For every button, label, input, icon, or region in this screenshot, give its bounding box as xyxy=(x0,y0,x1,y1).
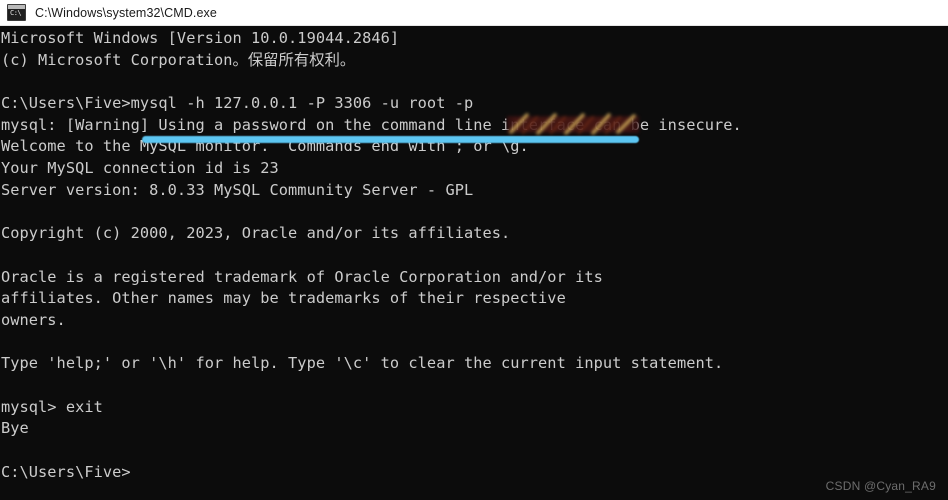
csdn-watermark: CSDN @Cyan_RA9 xyxy=(825,479,936,493)
terminal-line-prompt: C:\Users\Five> xyxy=(1,462,131,481)
window-title: C:\Windows\system32\CMD.exe xyxy=(35,5,217,20)
cmd-window: C:\ C:\Windows\system32\CMD.exe Microsof… xyxy=(0,0,948,500)
terminal-line: Copyright (c) 2000, 2023, Oracle and/or … xyxy=(1,224,511,243)
terminal-line-mysql-command: C:\Users\Five>mysql -h 127.0.0.1 -P 3306… xyxy=(1,94,474,113)
terminal-line: Oracle is a registered trademark of Orac… xyxy=(1,267,603,286)
terminal-line-list: Microsoft Windows [Version 10.0.19044.28… xyxy=(0,28,948,483)
terminal-line: Server version: 8.0.33 MySQL Community S… xyxy=(1,180,474,199)
cmd-icon-prompt-glyph: C:\ xyxy=(10,9,22,17)
terminal-line: Microsoft Windows [Version 10.0.19044.28… xyxy=(1,29,400,47)
window-titlebar[interactable]: C:\ C:\Windows\system32\CMD.exe xyxy=(0,0,948,26)
terminal-output-area[interactable]: Microsoft Windows [Version 10.0.19044.28… xyxy=(0,26,948,500)
terminal-line: Your MySQL connection id is 23 xyxy=(1,159,279,178)
terminal-line: Welcome to the MySQL monitor. Commands e… xyxy=(1,137,529,156)
terminal-line: Type 'help;' or '\h' for help. Type '\c'… xyxy=(1,354,724,373)
terminal-line: affiliates. Other names may be trademark… xyxy=(1,289,566,308)
terminal-line-exit-command: mysql> exit xyxy=(1,397,103,416)
terminal-line: Bye xyxy=(1,419,29,438)
terminal-line: owners. xyxy=(1,310,66,329)
terminal-line: (c) Microsoft Corporation。保留所有权利。 xyxy=(1,50,356,69)
terminal-line: mysql: [Warning] Using a password on the… xyxy=(1,115,742,134)
cmd-console-icon: C:\ xyxy=(7,4,26,21)
